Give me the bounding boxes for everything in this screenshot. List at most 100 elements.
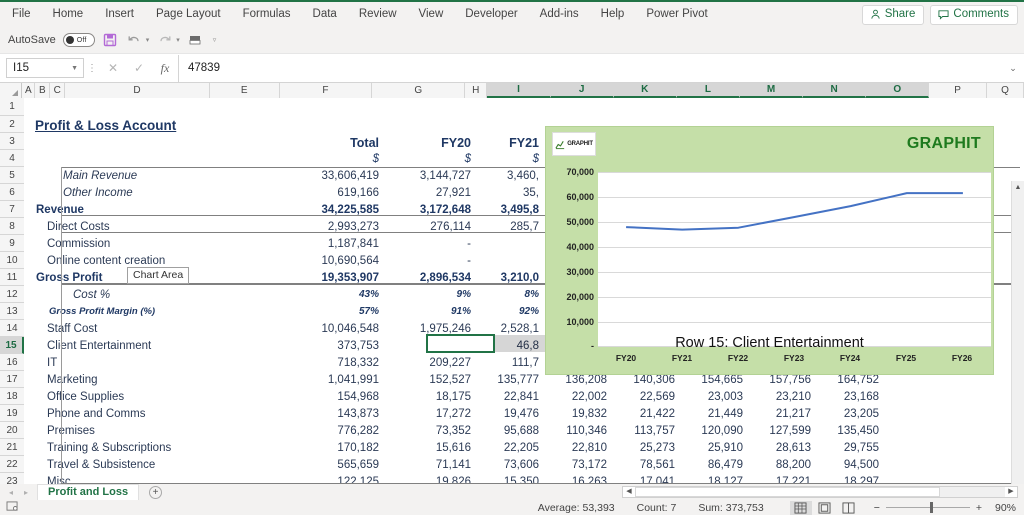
- zoom-slider-knob[interactable]: [929, 502, 933, 513]
- cell-k[interactable]: 19,832: [546, 405, 614, 422]
- cell-n[interactable]: 23,210: [750, 388, 818, 405]
- cell-fy20[interactable]: 27,921: [386, 184, 478, 201]
- cell-m[interactable]: 23,003: [682, 388, 750, 405]
- row-header-14[interactable]: 14: [0, 320, 24, 337]
- select-all-corner[interactable]: [0, 83, 23, 98]
- cell-fy21[interactable]: 135,777: [478, 371, 546, 388]
- cell-fy21[interactable]: 19,476: [478, 405, 546, 422]
- vertical-scrollbar[interactable]: ▲ ▼: [1011, 181, 1024, 484]
- ribbon-tab-insert[interactable]: Insert: [94, 2, 145, 27]
- row-header-16[interactable]: 16: [0, 354, 24, 371]
- cell-fy20[interactable]: 3,144,727: [386, 167, 478, 184]
- zoom-level[interactable]: 90%: [988, 502, 1016, 514]
- cell-fy20[interactable]: 15,616: [386, 439, 478, 456]
- cell-k[interactable]: 22,810: [546, 439, 614, 456]
- cancel-edit-icon[interactable]: ✕: [100, 61, 126, 75]
- cell-m[interactable]: 21,449: [682, 405, 750, 422]
- column-header-Q[interactable]: Q: [986, 83, 1024, 98]
- scroll-left-icon[interactable]: ◀: [623, 487, 635, 497]
- ribbon-tab-developer[interactable]: Developer: [454, 2, 528, 27]
- cell-k[interactable]: 110,346: [546, 422, 614, 439]
- row-header-10[interactable]: 10: [0, 252, 24, 269]
- row-header-19[interactable]: 19: [0, 405, 24, 422]
- cell-total[interactable]: 718,332: [205, 354, 386, 371]
- cell-o[interactable]: 23,168: [818, 388, 886, 405]
- spreadsheet-grid[interactable]: A B C D E F G H I J K L M N O P Q 123456…: [0, 83, 1024, 484]
- cell-total[interactable]: 565,659: [205, 456, 386, 473]
- cell-total[interactable]: 57%: [205, 303, 386, 320]
- embedded-chart[interactable]: GRAPHIT GRAPHIT 70,000 60,000 50,000 40,…: [545, 126, 994, 375]
- row-header-13[interactable]: 13: [0, 303, 24, 320]
- cell-fy20[interactable]: 73,352: [386, 422, 478, 439]
- cell-l[interactable]: 78,561: [614, 456, 682, 473]
- zoom-slider[interactable]: [885, 502, 970, 513]
- cell-fy21[interactable]: 3,460,: [478, 167, 546, 184]
- row-header-23[interactable]: 23: [0, 473, 24, 484]
- cell-total[interactable]: 10,690,564: [205, 252, 386, 269]
- cells-area[interactable]: Profit & Loss Account Total FY20 FY21 $ …: [25, 98, 1024, 484]
- row-header-22[interactable]: 22: [0, 456, 24, 473]
- row-header-18[interactable]: 18: [0, 388, 24, 405]
- table-row[interactable]: Training & Subscriptions 170,182 15,616 22,…: [25, 439, 1024, 456]
- row-header-15[interactable]: 15: [0, 337, 24, 354]
- cell-fy20[interactable]: 18,175: [386, 388, 478, 405]
- row-header-21[interactable]: 21: [0, 439, 24, 456]
- name-box[interactable]: I15 ▼: [6, 58, 84, 78]
- cell-total[interactable]: 43%: [205, 286, 386, 303]
- column-header-P[interactable]: P: [929, 83, 987, 98]
- row-header-2[interactable]: 2: [0, 116, 24, 133]
- column-header-L[interactable]: L: [676, 83, 740, 98]
- cell-o[interactable]: 135,450: [818, 422, 886, 439]
- undo-icon[interactable]: [126, 32, 143, 49]
- cell-n[interactable]: 28,613: [750, 439, 818, 456]
- ribbon-tab-review[interactable]: Review: [348, 2, 408, 27]
- column-header-K[interactable]: K: [613, 83, 677, 98]
- cell-l[interactable]: 25,273: [614, 439, 682, 456]
- ribbon-tab-page-layout[interactable]: Page Layout: [145, 2, 232, 27]
- column-header-G[interactable]: G: [372, 83, 466, 98]
- page-layout-icon[interactable]: [814, 501, 836, 515]
- row-header-8[interactable]: 8: [0, 218, 24, 235]
- cell-l[interactable]: 21,422: [614, 405, 682, 422]
- cell-total[interactable]: 1,187,841: [205, 235, 386, 252]
- horizontal-scrollbar[interactable]: ◀ ▶: [622, 486, 1018, 498]
- cell-total[interactable]: 170,182: [205, 439, 386, 456]
- cell-total[interactable]: 1,041,991: [205, 371, 386, 388]
- cell-l[interactable]: 113,757: [614, 422, 682, 439]
- ribbon-tab-data[interactable]: Data: [302, 2, 348, 27]
- cell-total[interactable]: 619,166: [205, 184, 386, 201]
- cell-m[interactable]: 25,910: [682, 439, 750, 456]
- cell-o[interactable]: 94,500: [818, 456, 886, 473]
- undo-dropdown-icon[interactable]: ▾: [146, 36, 150, 44]
- cell-fy20[interactable]: 152,527: [386, 371, 478, 388]
- redo-icon[interactable]: [156, 32, 173, 49]
- ribbon-tab-add-ins[interactable]: Add-ins: [529, 2, 590, 27]
- zoom-out-button[interactable]: −: [874, 502, 880, 514]
- cell-fy21[interactable]: 22,205: [478, 439, 546, 456]
- sheet-prev-icon[interactable]: ◂: [9, 488, 13, 497]
- cell-fy21[interactable]: 8%: [478, 286, 546, 303]
- sheet-next-icon[interactable]: ▸: [24, 488, 28, 497]
- cell-total[interactable]: 143,873: [205, 405, 386, 422]
- cell-k[interactable]: 22,002: [546, 388, 614, 405]
- cell-n[interactable]: 88,200: [750, 456, 818, 473]
- row-header-7[interactable]: 7: [0, 201, 24, 218]
- cell-m[interactable]: 120,090: [682, 422, 750, 439]
- column-header-H[interactable]: H: [465, 83, 488, 98]
- page-break-preview-icon[interactable]: [838, 501, 860, 515]
- row-header-3[interactable]: 3: [0, 133, 24, 150]
- ribbon-tab-file[interactable]: File: [0, 2, 42, 27]
- row-header-12[interactable]: 12: [0, 286, 24, 303]
- row-header-1[interactable]: 1: [0, 98, 24, 116]
- cell-fy21[interactable]: 92%: [478, 303, 546, 320]
- zoom-control[interactable]: − + 90%: [874, 502, 1024, 514]
- add-sheet-button[interactable]: +: [149, 485, 163, 499]
- comments-button[interactable]: Comments: [930, 4, 1018, 25]
- row-header-20[interactable]: 20: [0, 422, 24, 439]
- cell-l[interactable]: 22,569: [614, 388, 682, 405]
- row-header-11[interactable]: 11: [0, 269, 24, 286]
- cell-total[interactable]: 33,606,419: [205, 167, 386, 184]
- sheet-tab-profit-and-loss[interactable]: Profit and Loss: [37, 484, 140, 500]
- column-header-F[interactable]: F: [279, 83, 373, 98]
- formula-input[interactable]: 47839: [178, 54, 1002, 82]
